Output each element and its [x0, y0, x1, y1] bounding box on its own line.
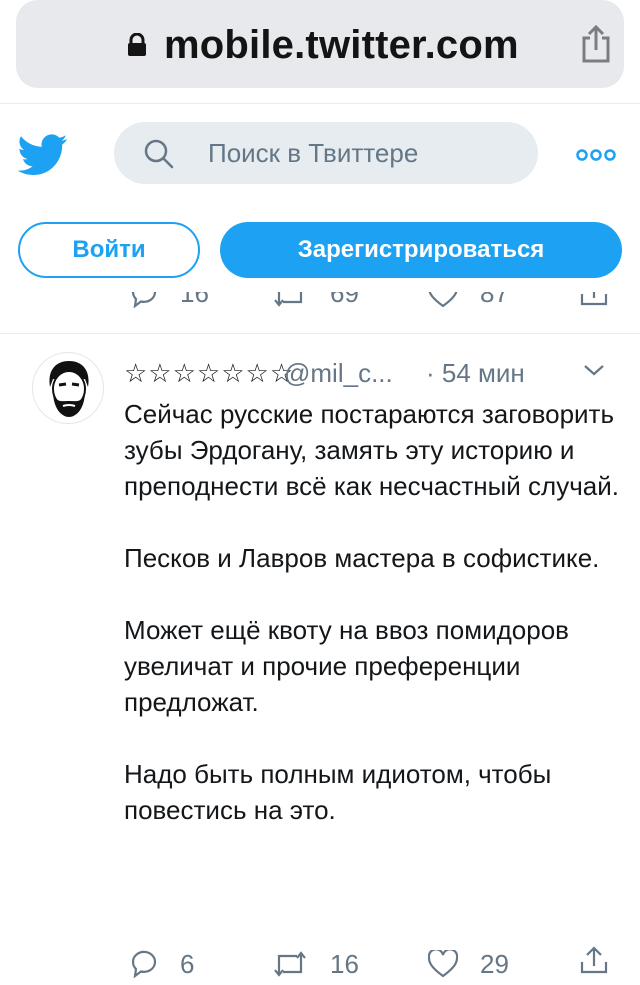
- prev-like-action[interactable]: 87: [428, 292, 509, 309]
- prev-retweet-action[interactable]: 69: [272, 292, 359, 309]
- share-icon[interactable]: [578, 24, 614, 64]
- like-icon: [428, 950, 458, 978]
- user-name[interactable]: ☆☆☆☆☆☆☆: [124, 356, 294, 390]
- tweet-actions: 6 16 29: [0, 946, 640, 985]
- reply-icon: [131, 292, 157, 308]
- avatar-face-icon: [49, 361, 89, 417]
- search-icon: [144, 139, 174, 169]
- tweet-text: Сейчас русские постараются заговорить зу…: [124, 399, 619, 825]
- more-icon[interactable]: [576, 148, 616, 162]
- tweet-header: ☆☆☆☆☆☆☆ @mil_c... · 54 мин: [124, 356, 624, 390]
- prev-tweet-actions: 16 69 87: [0, 292, 640, 322]
- prev-share-action[interactable]: [580, 292, 630, 306]
- reply-count: 6: [180, 949, 195, 979]
- reply-action[interactable]: 6: [130, 946, 194, 982]
- retweet-action[interactable]: 16: [272, 946, 359, 982]
- retweet-count: 16: [330, 949, 359, 979]
- avatar[interactable]: [32, 352, 104, 424]
- address-bar[interactable]: mobile.twitter.com: [16, 0, 624, 88]
- prev-retweet-count: 69: [330, 292, 359, 308]
- retweet-icon: [274, 292, 303, 307]
- lock-icon: [128, 33, 146, 56]
- reply-icon: [131, 950, 157, 978]
- user-handle[interactable]: @mil_c...: [284, 356, 393, 390]
- share-icon: [580, 292, 608, 306]
- like-action[interactable]: 29: [428, 946, 509, 982]
- twitter-header: Поиск в Твиттере Войти Зарегистрироватьс…: [0, 104, 640, 300]
- share-action[interactable]: [580, 946, 630, 974]
- prev-reply-action[interactable]: 16: [130, 292, 209, 309]
- prev-reply-count: 16: [180, 292, 209, 308]
- twitter-bird-icon[interactable]: [18, 134, 68, 176]
- prev-like-count: 87: [480, 292, 509, 308]
- chevron-down-icon[interactable]: [582, 362, 606, 378]
- search-box[interactable]: Поиск в Твиттере: [114, 122, 538, 184]
- like-icon: [428, 292, 458, 307]
- like-count: 29: [480, 949, 509, 979]
- browser-toolbar: mobile.twitter.com: [0, 0, 640, 104]
- retweet-icon: [274, 951, 306, 977]
- address-url: mobile.twitter.com: [164, 23, 519, 67]
- tweet[interactable]: ☆☆☆☆☆☆☆ @mil_c... · 54 мин Сейчас русски…: [0, 334, 640, 985]
- share-icon: [580, 946, 608, 974]
- search-placeholder: Поиск в Твиттере: [208, 138, 419, 168]
- signup-button[interactable]: Зарегистрироваться: [220, 222, 622, 278]
- login-button[interactable]: Войти: [18, 222, 200, 278]
- tweet-time[interactable]: · 54 мин: [426, 356, 525, 390]
